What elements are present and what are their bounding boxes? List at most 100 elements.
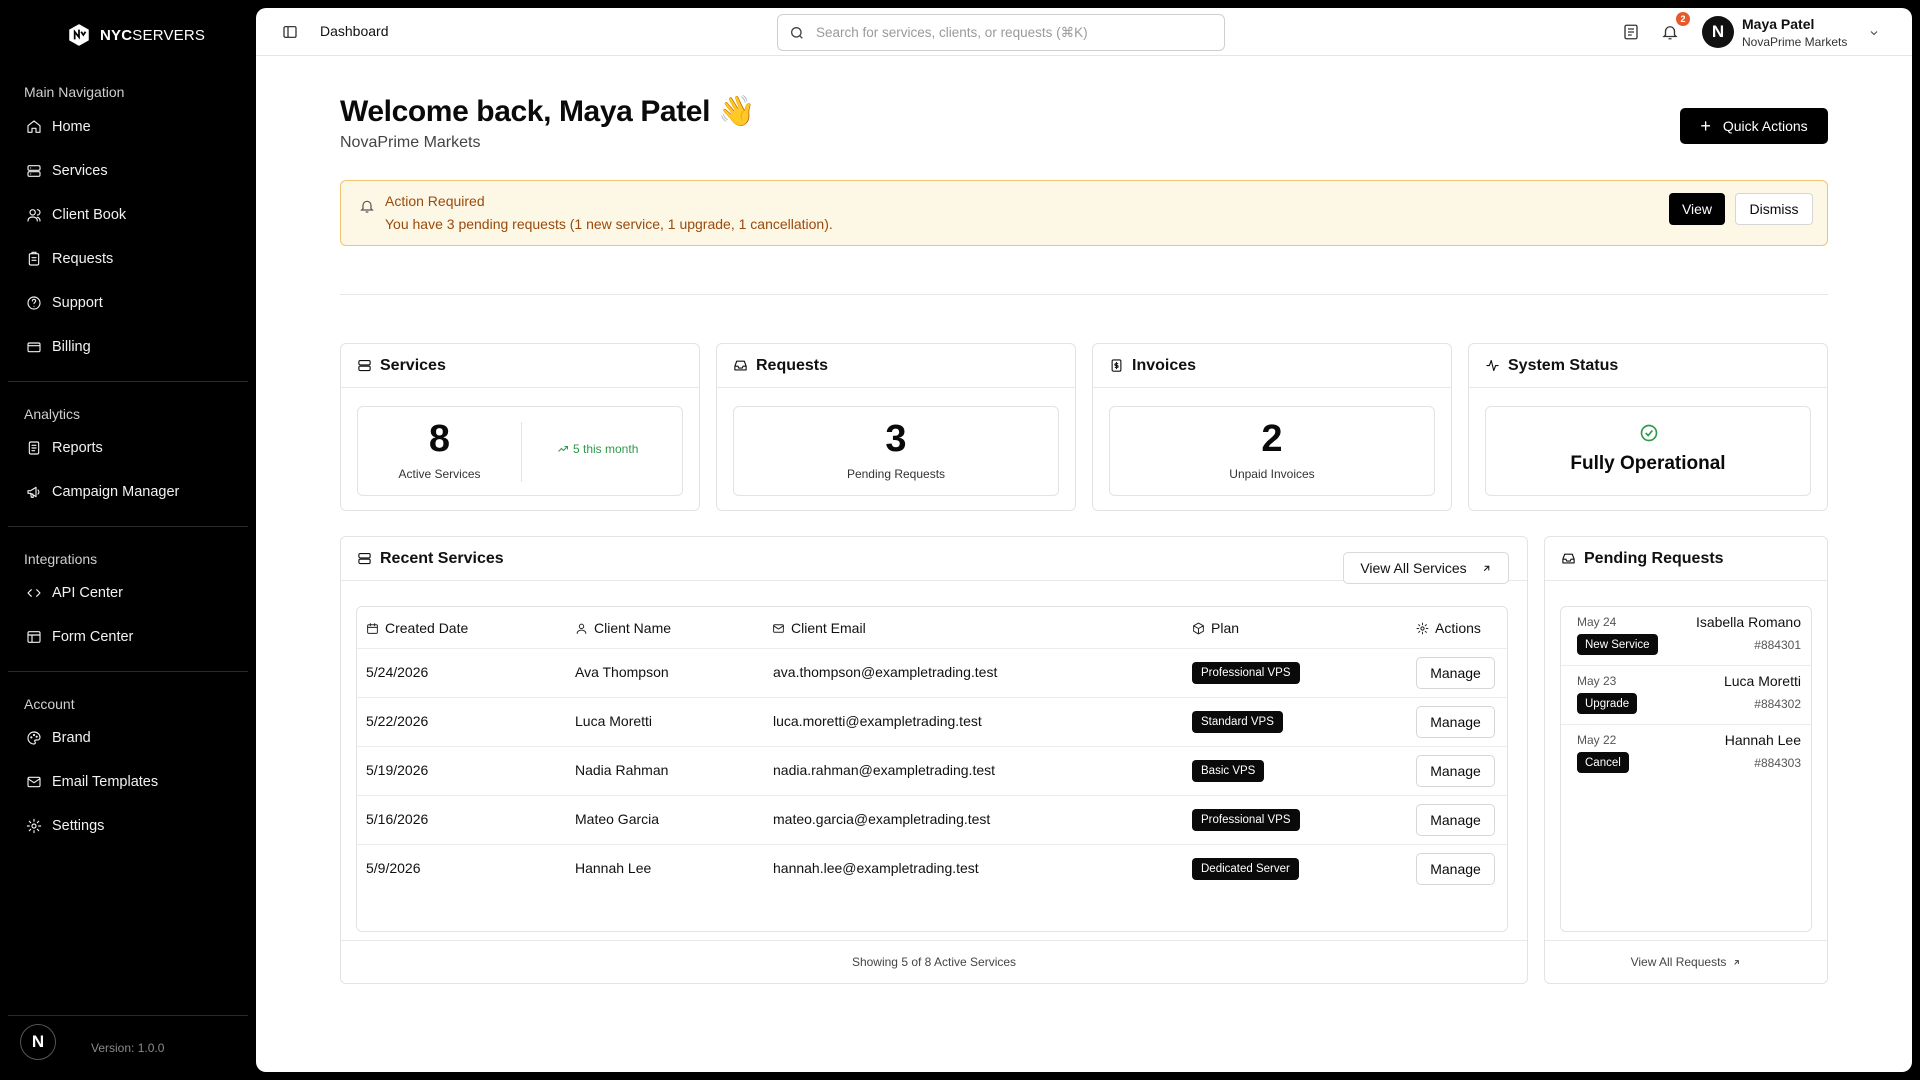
pending-requests-label: Pending Requests (846, 467, 946, 481)
inbox-icon (734, 360, 747, 371)
table-row: 5/9/2026 Hannah Lee hannah.lee@exampletr… (357, 844, 1507, 893)
unpaid-invoices-count: 2 (1261, 418, 1283, 460)
sidebar-item-label: Requests (52, 251, 114, 267)
manage-button[interactable]: Manage (1416, 804, 1495, 836)
services-stat-card: Services 8 Active Services 5 this month (340, 343, 700, 511)
sidebar-toggle-icon[interactable] (282, 24, 298, 40)
sidebar-item-home[interactable]: Home (8, 109, 248, 145)
sidebar-item-brand[interactable]: Brand (8, 720, 248, 756)
server-icon (358, 359, 371, 372)
workspace-avatar[interactable]: N (20, 1024, 56, 1060)
view-button[interactable]: View (1669, 193, 1725, 225)
code-icon (27, 589, 41, 597)
arrow-up-right-icon (1734, 959, 1740, 965)
column-header-client-email[interactable]: Client Email (772, 607, 866, 649)
client-email: ava.thompson@exampletrading.test (773, 664, 998, 680)
column-header-plan[interactable]: Plan (1192, 607, 1239, 649)
requests-stat-box: 3 Pending Requests (733, 406, 1059, 496)
breadcrumb[interactable]: Dashboard (320, 23, 389, 39)
plan-badge: Basic VPS (1192, 760, 1265, 782)
divider (521, 422, 522, 482)
sidebar-item-label: Billing (52, 339, 91, 355)
client-name: Mateo Garcia (575, 811, 660, 827)
nav-group-analytics: Analytics (24, 406, 81, 422)
trending-up-icon (558, 446, 568, 452)
sidebar-item-label: Settings (52, 818, 105, 834)
alert-message: You have 3 pending requests (1 new servi… (385, 216, 833, 232)
bell-icon[interactable] (1661, 23, 1679, 41)
sidebar-item-requests[interactable]: Requests (8, 241, 248, 277)
users-icon (27, 209, 41, 222)
view-all-label: View All Services (1360, 560, 1467, 576)
header-label: Plan (1211, 620, 1240, 636)
search-input[interactable] (816, 25, 1224, 40)
form-icon (27, 631, 41, 643)
list-item[interactable]: May 22 Cancel Hannah Lee #884303 (1561, 725, 1811, 784)
inbox-icon (1562, 553, 1575, 564)
system-status-card: System Status Fully Operational (1468, 343, 1828, 511)
brand-logo[interactable]: NYCSERVERS (66, 20, 205, 50)
sidebar-item-campaign-manager[interactable]: Campaign Manager (8, 474, 248, 510)
sidebar-item-email-templates[interactable]: Email Templates (8, 764, 248, 800)
unpaid-invoices-label: Unpaid Invoices (1229, 467, 1315, 481)
card-title: Invoices (1132, 356, 1197, 374)
request-client-name: Luca Moretti (1723, 673, 1801, 689)
sidebar-item-form-center[interactable]: Form Center (8, 619, 248, 655)
created-date: 5/16/2026 (366, 811, 429, 827)
sidebar-item-billing[interactable]: Billing (8, 329, 248, 365)
sidebar-item-label: Services (52, 163, 108, 179)
column-header-created-date[interactable]: Created Date (366, 607, 468, 649)
trend-label: 5 this month (573, 442, 639, 456)
request-id: #884301 (1754, 638, 1801, 652)
nav-group-account: Account (24, 696, 75, 712)
column-header-client-name[interactable]: Client Name (575, 607, 671, 649)
quick-actions-button[interactable]: + Quick Actions (1680, 108, 1828, 144)
news-icon[interactable] (1622, 23, 1640, 41)
sidebar-item-client-book[interactable]: Client Book (8, 197, 248, 233)
chevron-down-icon[interactable] (1868, 27, 1880, 39)
sidebar-item-support[interactable]: Support (8, 285, 248, 321)
sidebar-item-services[interactable]: Services (8, 153, 248, 189)
card-title: Requests (756, 356, 829, 374)
gear-icon (1416, 622, 1429, 634)
gear-icon (26, 818, 42, 834)
card-title: Services (380, 356, 446, 374)
view-all-services-button[interactable]: View All Services (1343, 552, 1509, 584)
plan-badge: Standard VPS (1192, 711, 1283, 733)
manage-button[interactable]: Manage (1416, 657, 1495, 689)
sidebar-item-api-center[interactable]: API Center (8, 575, 248, 611)
header-label: Client Name (594, 620, 672, 636)
manage-button[interactable]: Manage (1416, 755, 1495, 787)
services-stat-box: 8 Active Services 5 this month (357, 406, 683, 496)
system-status-box: Fully Operational (1485, 406, 1811, 496)
client-email: hannah.lee@exampletrading.test (773, 860, 979, 876)
pending-requests-count: 3 (885, 418, 907, 460)
request-client-name: Isabella Romano (1695, 614, 1801, 630)
help-icon (27, 296, 41, 310)
bell-icon (360, 200, 374, 213)
view-all-requests-link[interactable]: View All Requests (1543, 955, 1829, 969)
request-type-badge: Cancel (1577, 752, 1629, 773)
invoices-stat-card: Invoices 2 Unpaid Invoices (1092, 343, 1452, 511)
divider (341, 940, 1527, 941)
card-title: System Status (1508, 356, 1619, 374)
pending-requests-list: May 24 New Service Isabella Romano #8843… (1560, 606, 1812, 932)
invoice-icon (1111, 359, 1122, 372)
sidebar-item-settings[interactable]: Settings (8, 808, 248, 844)
manage-button[interactable]: Manage (1416, 706, 1495, 738)
user-avatar[interactable]: N (1702, 16, 1734, 48)
action-required-alert: Action Required You have 3 pending reque… (340, 180, 1828, 246)
requests-stat-card: Requests 3 Pending Requests (716, 343, 1076, 511)
sidebar-item-reports[interactable]: Reports (8, 430, 248, 466)
list-item[interactable]: May 24 New Service Isabella Romano #8843… (1561, 607, 1811, 666)
list-item[interactable]: May 23 Upgrade Luca Moretti #884302 (1561, 666, 1811, 725)
wallet-icon (27, 342, 41, 353)
invoices-stat-box: 2 Unpaid Invoices (1109, 406, 1435, 496)
search-bar[interactable] (777, 14, 1225, 51)
sidebar-item-label: Brand (52, 730, 91, 746)
created-date: 5/24/2026 (366, 664, 429, 680)
clipboard-icon (28, 251, 40, 266)
user-name[interactable]: Maya Patel (1742, 16, 1814, 32)
dismiss-button[interactable]: Dismiss (1735, 193, 1813, 225)
manage-button[interactable]: Manage (1416, 853, 1495, 885)
